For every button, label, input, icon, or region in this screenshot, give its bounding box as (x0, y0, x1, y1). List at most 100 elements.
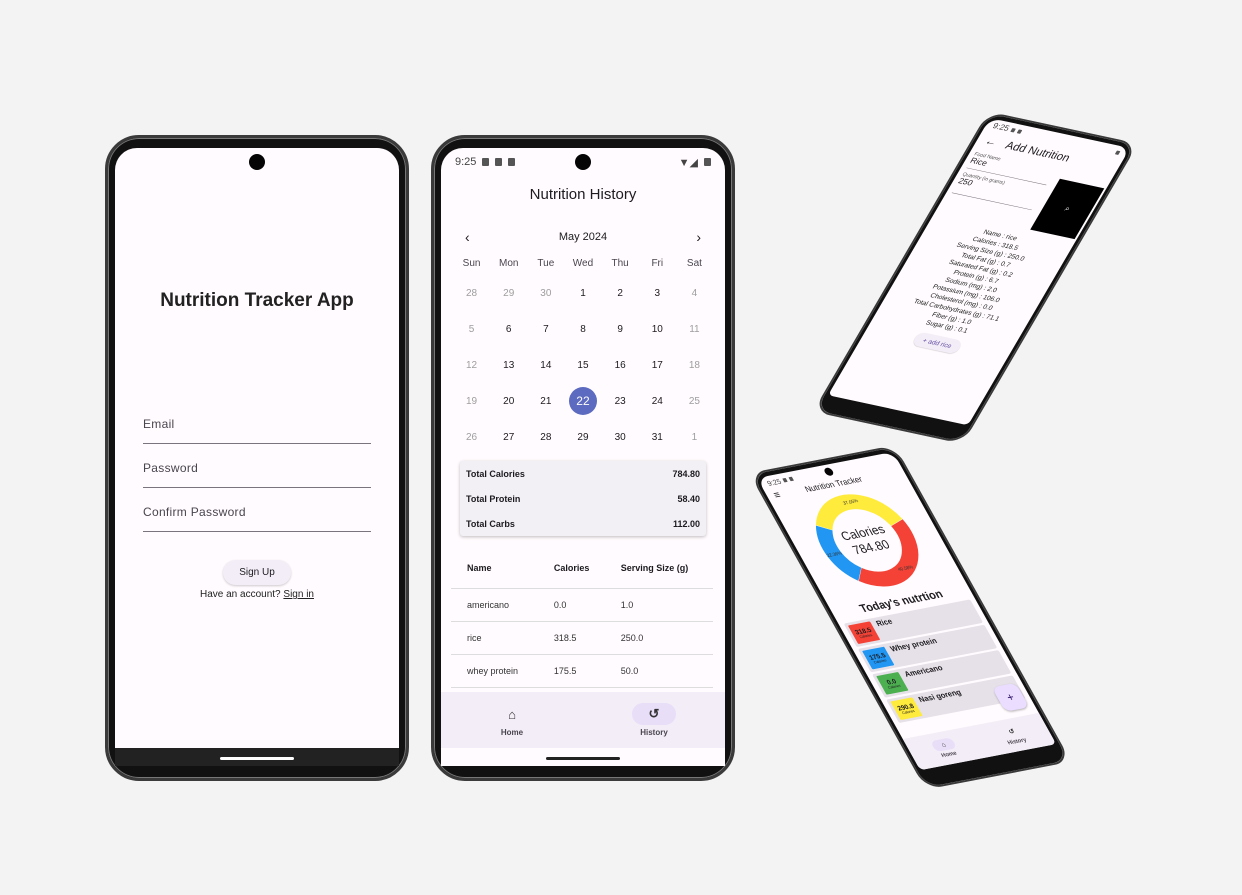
calendar-day[interactable]: 12 (453, 347, 490, 383)
calendar-day[interactable]: 9 (602, 311, 639, 347)
nav-history[interactable]: ↺ History (583, 692, 725, 748)
calendar-day[interactable]: 18 (676, 347, 713, 383)
food-name: Rice (874, 616, 895, 629)
calorie-unit: Calories (887, 684, 902, 690)
calendar-day[interactable]: 19 (453, 383, 490, 419)
totals-card: Total Calories 784.80 Total Protein 58.40 To… (460, 461, 706, 536)
calendar-day[interactable]: 21 (527, 383, 564, 419)
calendar-day[interactable]: 14 (527, 347, 564, 383)
calorie-unit: Calories (901, 709, 916, 716)
calendar-day[interactable]: 3 (639, 275, 676, 311)
signup-screen: Nutrition Tracker App Email Password Con… (115, 148, 399, 748)
column-header: Name (451, 548, 538, 589)
phone-history: 9:25 ▼◢ Nutrition History ‹ May 2024 › Su… (431, 135, 735, 781)
calendar-day[interactable]: 16 (602, 347, 639, 383)
calendar-day[interactable]: 27 (490, 419, 527, 455)
totals-value: 784.80 (672, 468, 700, 479)
bottom-nav: ⌂ Home ↺ History (441, 692, 725, 748)
day-number: 11 (689, 323, 700, 335)
day-number: 29 (577, 431, 589, 443)
calendar-day[interactable]: 8 (564, 311, 601, 347)
table-row[interactable]: rice 318.5 250.0 (451, 621, 713, 655)
calendar-day[interactable]: 6 (490, 311, 527, 347)
day-number: 24 (651, 395, 663, 407)
have-account-text: Have an account? (200, 589, 281, 600)
calendar-day[interactable]: 22 (564, 383, 601, 419)
app-title: Nutrition Tracker App (160, 290, 354, 311)
gesture-bar (115, 748, 399, 766)
nav-home[interactable]: ⌂ Home (441, 692, 583, 748)
signin-link[interactable]: Sign in (283, 589, 314, 600)
calendar-day[interactable]: 29 (490, 275, 527, 311)
month-label: May 2024 (558, 231, 608, 243)
password-field[interactable]: Password (143, 444, 371, 488)
day-number: 28 (466, 287, 478, 299)
day-number: 17 (651, 359, 663, 371)
calendar-day[interactable]: 30 (602, 419, 639, 455)
calorie-badge: 0.0 Calories (876, 671, 909, 695)
day-number: 2 (617, 287, 623, 299)
day-number: 6 (505, 323, 512, 335)
weekday-label: Sun (462, 257, 481, 269)
day-number: 13 (503, 359, 515, 371)
calendar-day[interactable]: 1 (564, 275, 601, 311)
calendar-day[interactable]: 26 (453, 419, 490, 455)
column-header: Serving Size (g) (604, 548, 713, 589)
weekday-label: Thu (611, 257, 629, 269)
table-cell: 175.5 (537, 654, 605, 688)
history-table: Name Calories Serving Size (g) americano 0.0… (451, 548, 713, 688)
confirm-password-field[interactable]: Confirm Password (143, 488, 371, 532)
calendar-day[interactable]: 30 (527, 275, 564, 311)
phone-signup: Nutrition Tracker App Email Password Con… (105, 135, 409, 781)
day-number: 7 (543, 323, 549, 335)
calendar-day[interactable]: 28 (453, 275, 490, 311)
calendar-day[interactable]: 28 (527, 419, 564, 455)
day-number: 20 (503, 395, 515, 407)
battery-icon (704, 158, 711, 166)
calendar-day[interactable]: 4 (676, 275, 713, 311)
day-number: 26 (466, 431, 478, 443)
prev-month-button[interactable]: ‹ (465, 229, 470, 245)
camera (575, 154, 591, 170)
totals-value: 112.00 (672, 518, 700, 529)
next-month-button[interactable]: › (696, 229, 701, 245)
table-row[interactable]: americano 0.0 1.0 (451, 588, 713, 622)
add-food-button[interactable]: + add rice (911, 331, 964, 355)
camera (249, 154, 265, 170)
calorie-badge: 318.5 Calories (847, 621, 881, 645)
calorie-unit: Calories (859, 633, 874, 640)
calendar-day[interactable]: 15 (564, 347, 601, 383)
signup-button[interactable]: Sign Up (223, 560, 291, 585)
calendar-day[interactable]: 2 (602, 275, 639, 311)
calendar-day[interactable]: 1 (676, 419, 713, 455)
calendar-day[interactable]: 31 (639, 419, 676, 455)
calendar-day[interactable]: 5 (453, 311, 490, 347)
table-cell: 318.5 (537, 621, 605, 655)
calendar-week: 28 29 30 1 2 3 4 (453, 275, 713, 311)
calendar-day[interactable]: 29 (564, 419, 601, 455)
calendar-day[interactable]: 10 (639, 311, 676, 347)
day-number: 27 (503, 431, 515, 443)
calendar-day[interactable]: 24 (639, 383, 676, 419)
calendar-day[interactable]: 20 (490, 383, 527, 419)
back-arrow-icon[interactable]: ← (982, 134, 1000, 148)
day-number: 16 (614, 359, 626, 371)
calendar-day[interactable]: 23 (602, 383, 639, 419)
table-cell: rice (451, 621, 538, 655)
calendar-day[interactable]: 7 (527, 311, 564, 347)
calendar-day[interactable]: 17 (639, 347, 676, 383)
gesture-bar (441, 748, 725, 766)
day-number: 19 (466, 395, 478, 407)
day-number: 29 (503, 287, 515, 299)
email-field[interactable]: Email (143, 400, 371, 444)
calendar-day[interactable]: 25 (676, 383, 713, 419)
day-number: 23 (614, 395, 626, 407)
day-number: 3 (654, 287, 661, 299)
day-number: 9 (617, 323, 623, 335)
calendar-day[interactable]: 11 (676, 311, 713, 347)
calendar: ‹ May 2024 › Sun Mon Tue Wed Thu Fri Sat 28 29 3… (441, 227, 725, 455)
calendar-week: 26 27 28 29 30 31 1 (453, 419, 713, 455)
table-row[interactable]: whey protein 175.5 50.0 (451, 654, 713, 688)
day-number: 1 (691, 431, 698, 443)
calendar-day[interactable]: 13 (490, 347, 527, 383)
